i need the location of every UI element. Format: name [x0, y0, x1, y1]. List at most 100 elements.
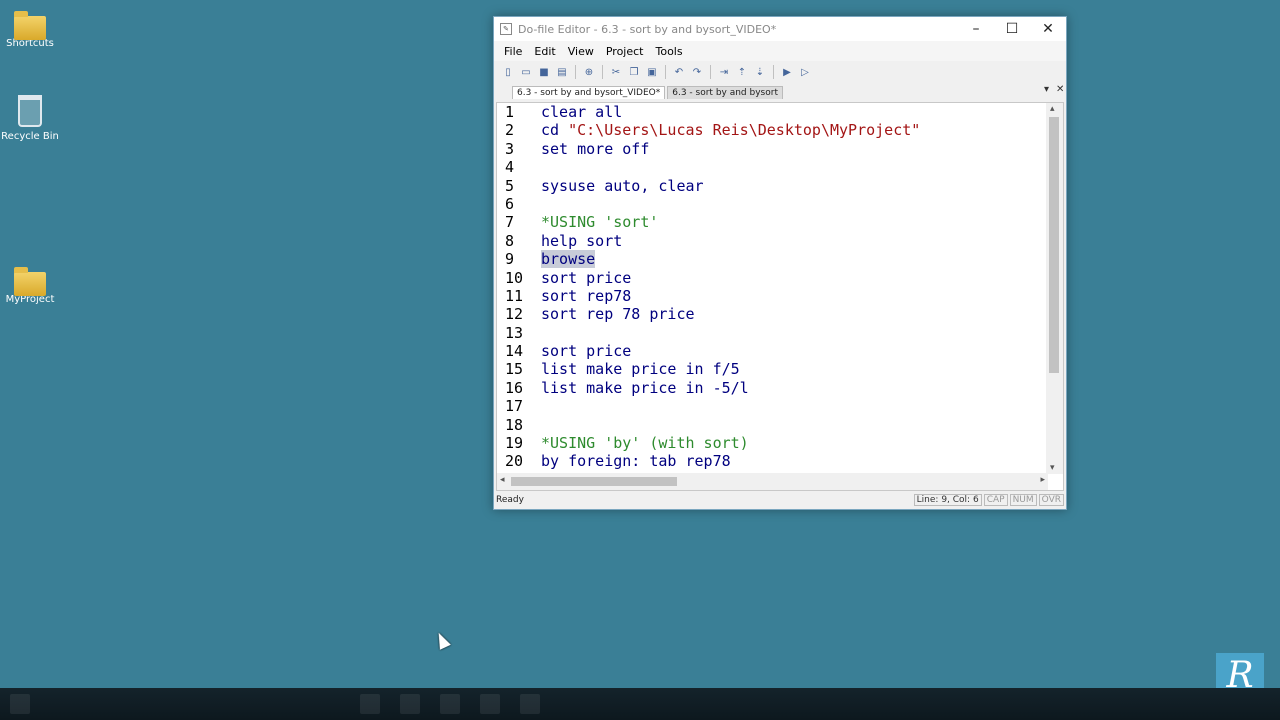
tab-close-icon[interactable]: ✕ [1056, 84, 1064, 95]
taskbar-app-icon[interactable] [440, 694, 460, 714]
title-bar[interactable]: ✎ Do-file Editor - 6.3 - sort by and bys… [494, 17, 1066, 41]
horizontal-scroll-thumb[interactable] [511, 477, 677, 486]
code-text: sort price [541, 342, 632, 361]
line-number: 9 [505, 250, 515, 269]
code-line[interactable]: 3 set more off [497, 140, 920, 158]
code-line[interactable]: 15 list make price in f/5 [497, 360, 920, 378]
scroll-left-icon[interactable]: ◂ [500, 475, 505, 485]
maximize-button[interactable]: ☐ [994, 17, 1030, 41]
redo-icon[interactable]: ↷ [689, 64, 705, 80]
taskbar-app-icon[interactable] [480, 694, 500, 714]
tab-strip: 6.3 - sort by and bysort_VIDEO* 6.3 - so… [494, 83, 1066, 99]
line-number: 19 [505, 434, 524, 453]
num-indicator: NUM [1009, 494, 1037, 506]
code-line[interactable]: 19 *USING 'by' (with sort) [497, 434, 920, 452]
code-line[interactable]: 20 by foreign: tab rep78 [497, 452, 920, 470]
toolbar-divider [575, 65, 576, 79]
code-text: help sort [541, 231, 623, 250]
line-number: 18 [505, 415, 524, 434]
ovr-indicator: OVR [1038, 494, 1064, 506]
tab-video-file[interactable]: 6.3 - sort by and bysort_VIDEO* [512, 86, 666, 99]
line-number: 11 [505, 286, 524, 305]
find-icon[interactable]: ⊕ [581, 64, 597, 80]
toolbar-divider [710, 65, 711, 79]
code-line[interactable]: 6 [497, 195, 920, 213]
new-icon[interactable]: ▯ [500, 64, 516, 80]
cursor-position: Line: 9, Col: 6 [913, 494, 982, 506]
horizontal-scrollbar[interactable]: ◂ ▸ [497, 473, 1048, 490]
menu-view[interactable]: View [562, 45, 600, 58]
code-text: clear all [541, 103, 623, 121]
save-icon[interactable]: ■ [536, 64, 552, 80]
menu-project[interactable]: Project [600, 45, 650, 58]
line-number: 3 [505, 139, 515, 158]
tab-original-file[interactable]: 6.3 - sort by and bysort [667, 86, 783, 99]
taskbar-app-icon[interactable] [360, 694, 380, 714]
code-line[interactable]: 13 [497, 324, 920, 342]
caps-indicator: CAP [983, 494, 1008, 506]
tab-list-dropdown-icon[interactable]: ▾ [1044, 84, 1049, 95]
cut-icon[interactable]: ✂ [608, 64, 624, 80]
code-line[interactable]: 4 [497, 158, 920, 176]
undo-icon[interactable]: ↶ [671, 64, 687, 80]
code-line[interactable]: 14 sort price [497, 342, 920, 360]
code-lines: 1 clear all 2 cd "C:\Users\Lucas Reis\Deskt… [497, 103, 920, 489]
line-number: 15 [505, 360, 524, 379]
code-line[interactable]: 12 sort rep 78 price [497, 305, 920, 323]
paste-icon[interactable]: ▣ [644, 64, 660, 80]
code-line[interactable]: 7 *USING 'sort' [497, 213, 920, 231]
scroll-right-icon[interactable]: ▸ [1040, 475, 1045, 485]
line-number: 10 [505, 268, 524, 287]
code-line[interactable]: 17 [497, 397, 920, 415]
menu-file[interactable]: File [498, 45, 528, 58]
code-line[interactable]: 10 sort price [497, 269, 920, 287]
code-line[interactable]: 9 browse [497, 250, 920, 269]
line-number: 13 [505, 323, 524, 342]
code-line[interactable]: 8 help sort [497, 232, 920, 250]
open-icon[interactable]: ▭ [518, 64, 534, 80]
code-text: *USING 'by' (with sort) [541, 434, 749, 453]
menu-edit[interactable]: Edit [528, 45, 561, 58]
line-number: 12 [505, 305, 524, 324]
code-line[interactable]: 2 cd "C:\Users\Lucas Reis\Desktop\MyProje… [497, 121, 920, 139]
desktop-icon-label: Recycle Bin [1, 131, 59, 142]
desktop-icon-recycle-bin[interactable]: Recycle Bin [0, 95, 60, 142]
taskbar-app-icon[interactable] [400, 694, 420, 714]
code-text: set more off [541, 139, 650, 158]
scroll-up-icon[interactable]: ▴ [1050, 104, 1055, 114]
shift-up-icon[interactable]: ⇡ [734, 64, 750, 80]
minimize-button[interactable]: – [958, 17, 994, 41]
code-text: sort rep 78 price [541, 305, 695, 324]
shift-down-icon[interactable]: ⇣ [752, 64, 768, 80]
line-number: 7 [505, 213, 515, 232]
code-text: sort price [541, 268, 632, 287]
code-line[interactable]: 5 sysuse auto, clear [497, 177, 920, 195]
desktop-icon-myproject[interactable]: MyProject [0, 266, 60, 305]
execute-quiet-icon[interactable]: ▷ [797, 64, 813, 80]
taskbar-app-icon[interactable] [520, 694, 540, 714]
close-button[interactable]: ✕ [1030, 17, 1066, 41]
code-editor[interactable]: 1 clear all 2 cd "C:\Users\Lucas Reis\Deskt… [496, 102, 1064, 491]
code-line[interactable]: 16 list make price in -5/l [497, 379, 920, 397]
mouse-cursor-icon [433, 630, 451, 650]
line-number: 2 [505, 121, 515, 140]
copy-icon[interactable]: ❐ [626, 64, 642, 80]
indent-icon[interactable]: ⇥ [716, 64, 732, 80]
selected-text: browse [541, 250, 596, 269]
status-bar: Ready Line: 9, Col: 6 CAP NUM OVR [494, 491, 1066, 509]
desktop-icon-shortcuts[interactable]: Shortcuts [0, 10, 60, 49]
code-line[interactable]: 18 [497, 416, 920, 434]
vertical-scrollbar[interactable]: ▴ ▾ [1046, 103, 1063, 474]
vertical-scroll-thumb[interactable] [1049, 117, 1059, 373]
line-number: 5 [505, 176, 515, 195]
recycle-bin-icon [18, 95, 42, 127]
execute-icon[interactable]: ▶ [779, 64, 795, 80]
code-line[interactable]: 1 clear all [497, 103, 920, 121]
code-line[interactable]: 11 sort rep78 [497, 287, 920, 305]
code-text: sysuse auto, clear [541, 176, 704, 195]
start-icon[interactable] [10, 694, 30, 714]
print-icon[interactable]: ▤ [554, 64, 570, 80]
code-text: cd "C:\Users\Lucas Reis\Desktop\MyProjec… [541, 121, 921, 140]
scroll-down-icon[interactable]: ▾ [1050, 463, 1055, 473]
menu-tools[interactable]: Tools [649, 45, 688, 58]
